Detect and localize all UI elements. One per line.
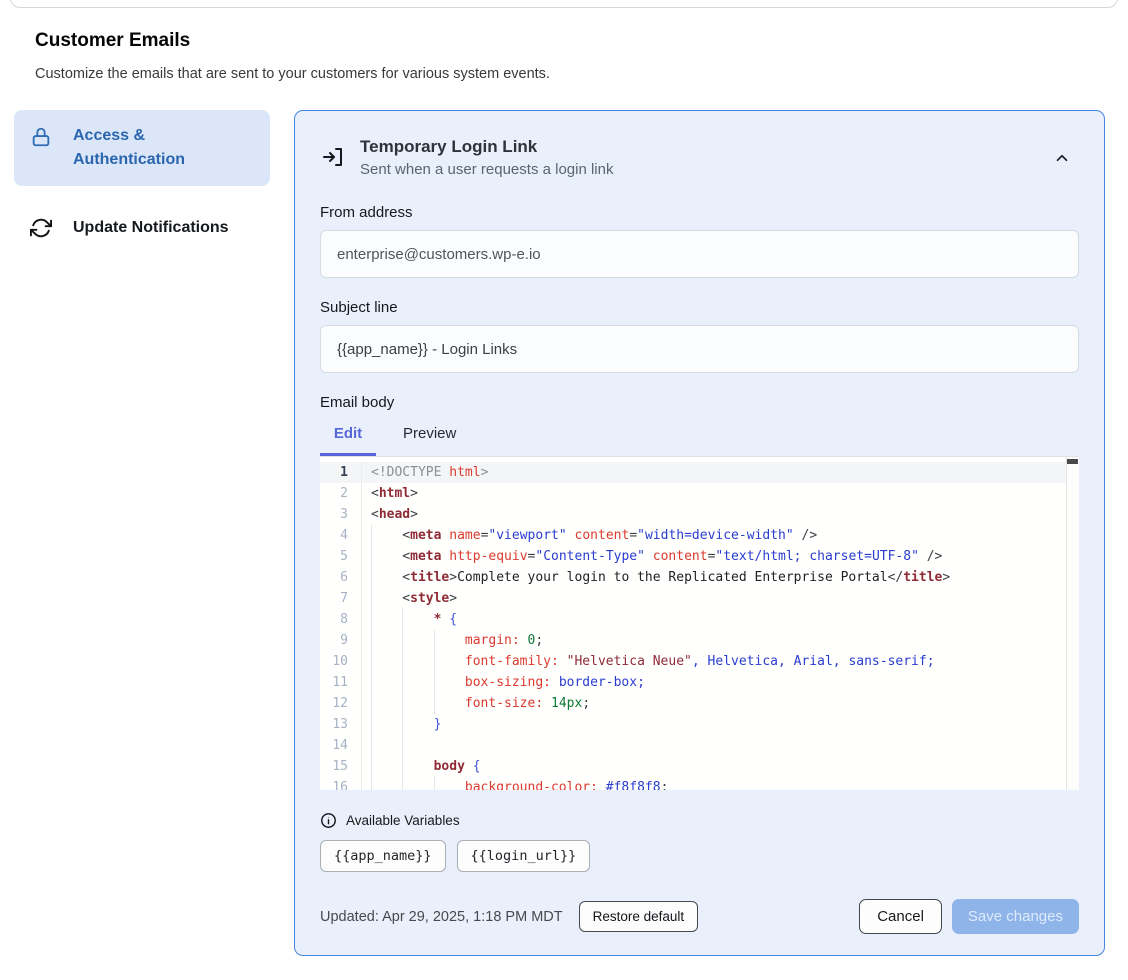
cancel-button[interactable]: Cancel bbox=[859, 899, 942, 934]
collapse-button[interactable] bbox=[1053, 145, 1079, 171]
save-changes-button[interactable]: Save changes bbox=[952, 899, 1079, 934]
refresh-icon bbox=[30, 217, 52, 239]
info-icon bbox=[320, 812, 337, 829]
code-editor[interactable]: 1<!DOCTYPE html>2<html>3<head>4<meta nam… bbox=[320, 456, 1079, 790]
subject-line-label: Subject line bbox=[320, 299, 1079, 316]
code-lines: 1<!DOCTYPE html>2<html>3<head>4<meta nam… bbox=[320, 457, 1079, 790]
code-line-15[interactable]: 15body { bbox=[320, 756, 1079, 777]
code-line-5[interactable]: 5<meta http-equiv="Content-Type" content… bbox=[320, 546, 1079, 567]
restore-default-button[interactable]: Restore default bbox=[579, 901, 699, 932]
code-line-12[interactable]: 12font-size: 14px; bbox=[320, 693, 1079, 714]
page-subtitle: Customize the emails that are sent to yo… bbox=[35, 66, 550, 82]
code-line-9[interactable]: 9margin: 0; bbox=[320, 630, 1079, 651]
login-link-icon bbox=[322, 145, 346, 169]
code-line-16[interactable]: 16background-color: #f8f8f8; bbox=[320, 777, 1079, 790]
card-title: Temporary Login Link bbox=[360, 137, 1053, 157]
lock-icon bbox=[30, 126, 52, 148]
code-line-10[interactable]: 10font-family: "Helvetica Neue", Helveti… bbox=[320, 651, 1079, 672]
code-line-2[interactable]: 2<html> bbox=[320, 483, 1079, 504]
variable-chip-login-url[interactable]: {{login_url}} bbox=[457, 840, 591, 872]
code-line-4[interactable]: 4<meta name="viewport" content="width=de… bbox=[320, 525, 1079, 546]
email-body-tabs: Edit Preview bbox=[320, 425, 1079, 456]
code-line-7[interactable]: 7<style> bbox=[320, 588, 1079, 609]
sidebar-item-label: Update Notifications bbox=[73, 216, 229, 240]
page-title: Customer Emails bbox=[35, 30, 190, 52]
code-line-11[interactable]: 11box-sizing: border-box; bbox=[320, 672, 1079, 693]
editor-scrollbar[interactable] bbox=[1066, 457, 1079, 790]
temporary-login-link-card: Temporary Login Link Sent when a user re… bbox=[294, 110, 1105, 956]
code-line-6[interactable]: 6<title>Complete your login to the Repli… bbox=[320, 567, 1079, 588]
sidebar-item-access-authentication[interactable]: Access & Authentication bbox=[14, 110, 270, 186]
available-variables-label: Available Variables bbox=[346, 813, 460, 828]
code-line-8[interactable]: 8* { bbox=[320, 609, 1079, 630]
variable-chips: {{app_name}} {{login_url}} bbox=[320, 840, 1079, 872]
variable-chip-app-name[interactable]: {{app_name}} bbox=[320, 840, 446, 872]
from-address-label: From address bbox=[320, 204, 1079, 221]
tab-edit[interactable]: Edit bbox=[320, 425, 376, 456]
code-line-3[interactable]: 3<head> bbox=[320, 504, 1079, 525]
code-line-13[interactable]: 13} bbox=[320, 714, 1079, 735]
updated-timestamp: Updated: Apr 29, 2025, 1:18 PM MDT bbox=[320, 909, 563, 925]
subject-line-input[interactable] bbox=[320, 325, 1079, 373]
chevron-up-icon bbox=[1053, 149, 1079, 167]
editor-scrollbar-thumb[interactable] bbox=[1067, 459, 1078, 464]
card-footer: Updated: Apr 29, 2025, 1:18 PM MDT Resto… bbox=[320, 899, 1079, 934]
tab-preview[interactable]: Preview bbox=[403, 425, 456, 456]
email-body-label: Email body bbox=[320, 394, 1079, 411]
card-header: Temporary Login Link Sent when a user re… bbox=[320, 137, 1079, 178]
sidebar-item-label: Access & Authentication bbox=[73, 124, 254, 172]
code-line-1[interactable]: 1<!DOCTYPE html> bbox=[320, 462, 1079, 483]
from-address-input[interactable] bbox=[320, 230, 1079, 278]
previous-card-bottom-edge bbox=[10, 0, 1118, 8]
code-line-14[interactable]: 14 bbox=[320, 735, 1079, 756]
email-types-sidebar: Access & Authentication Update Notificat… bbox=[14, 110, 270, 252]
sidebar-item-update-notifications[interactable]: Update Notifications bbox=[14, 204, 270, 252]
card-subtitle: Sent when a user requests a login link bbox=[360, 161, 1053, 178]
available-variables-row: Available Variables bbox=[320, 812, 1079, 829]
